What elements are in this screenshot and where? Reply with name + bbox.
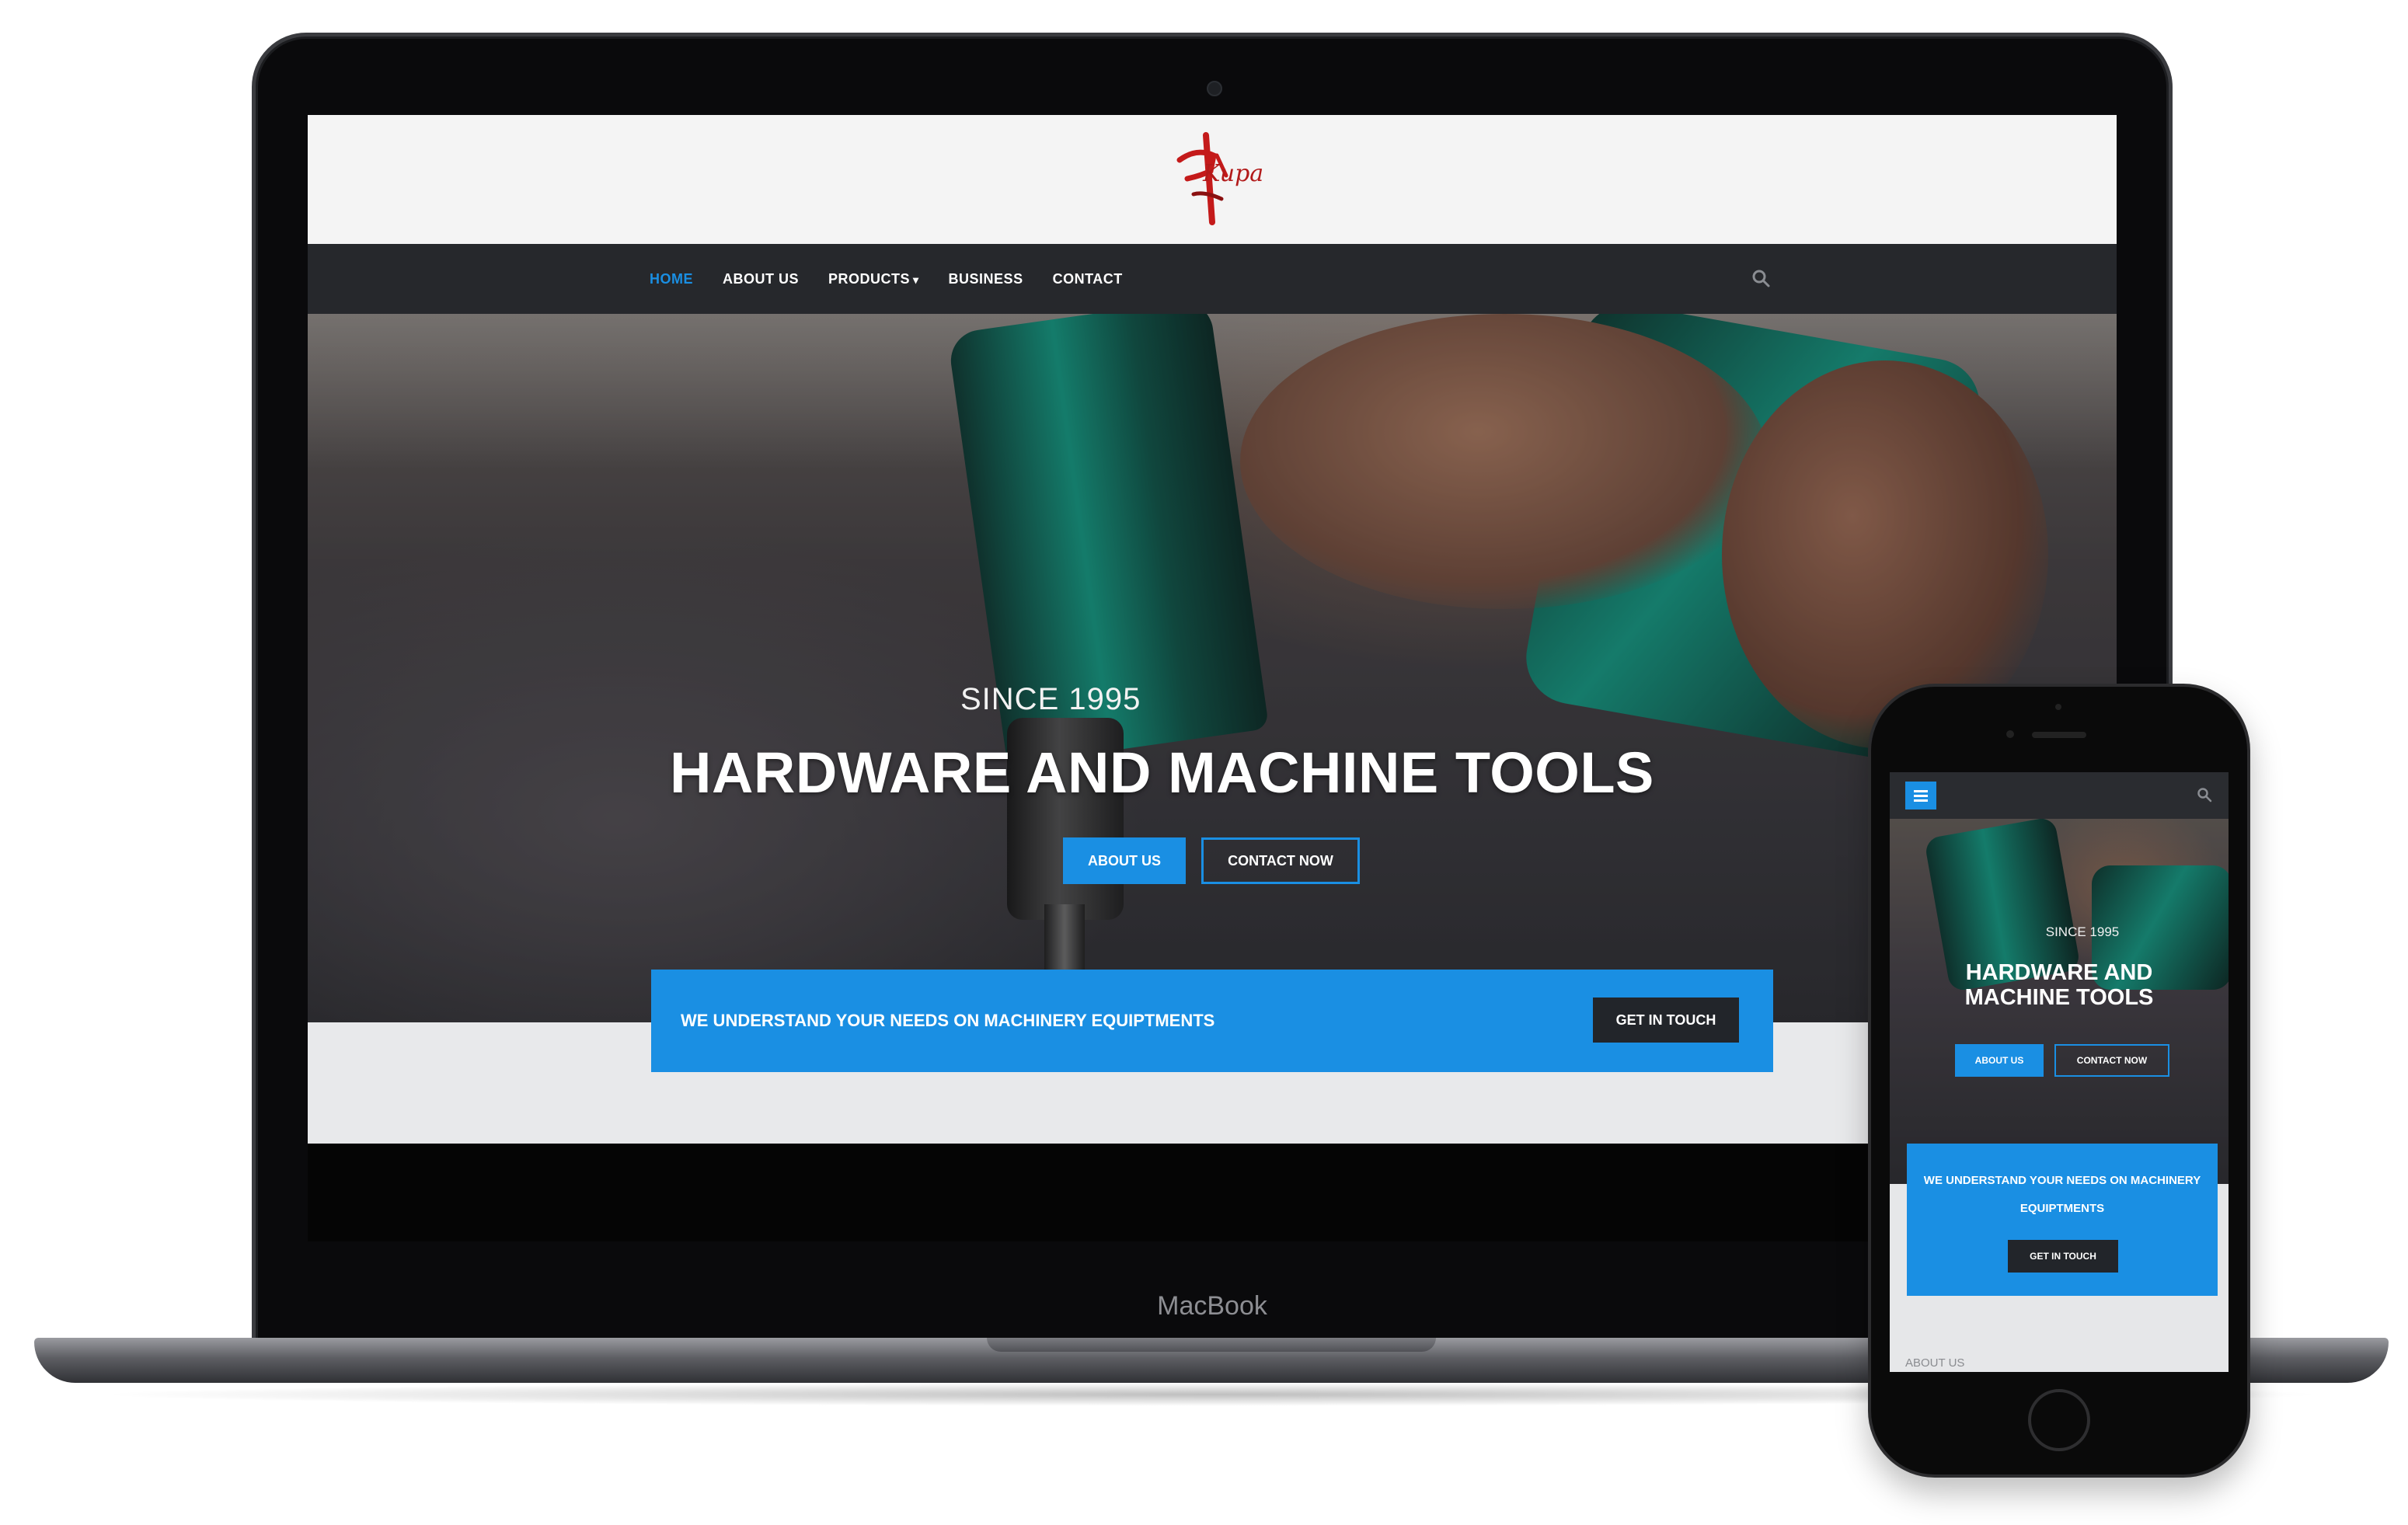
main-navigation: HOME ABOUT US PRODUCTS ▾ BUSINESS CONTACT [308,244,2117,314]
get-in-touch-button[interactable]: GET IN TOUCH [1593,998,1739,1043]
mobile-about-us-button[interactable]: ABOUT US [1955,1044,2044,1077]
phone-sensor-icon [2055,704,2061,710]
hamburger-menu-icon[interactable] [1905,782,1936,810]
contact-now-button[interactable]: CONTACT NOW [1201,837,1360,884]
camera-icon [1207,81,1222,96]
site-header: Kupa [308,115,2117,244]
nav-item-contact[interactable]: CONTACT [1053,271,1123,287]
home-button[interactable] [2028,1389,2090,1451]
phone-speaker [2032,732,2086,738]
mobile-cta-banner: WE UNDERSTAND YOUR NEEDS ON MACHINERY EQ… [1907,1144,2218,1296]
nav-item-home[interactable]: HOME [650,271,693,287]
cta-text: WE UNDERSTAND YOUR NEEDS ON MACHINERY EQ… [681,1011,1215,1030]
nav-item-products-label: PRODUCTS [828,270,911,287]
hero-kicker-text: SINCE 1995 [960,682,1141,716]
mobile-contact-now-button[interactable]: CONTACT NOW [2054,1044,2169,1077]
mobile-get-in-touch-button[interactable]: GET IN TOUCH [2008,1240,2118,1273]
mobile-cta-text: WE UNDERSTAND YOUR NEEDS ON MACHINERY EQ… [1923,1174,2201,1215]
logo-wordmark: Kupa [1203,160,1264,187]
laptop-screen: Kupa HOME ABOUT US PRODUCTS ▾ BUSINESS CO… [308,115,2117,1241]
mobile-section-heading: ABOUT US [1905,1356,1965,1370]
nav-item-about-us[interactable]: ABOUT US [723,271,799,287]
phone-screen: SINCE 1995 HARDWARE AND MACHINE TOOLS AB… [1890,772,2229,1372]
laptop-opening-notch [987,1338,1436,1352]
mobile-navbar [1890,772,2229,819]
nav-menu: HOME ABOUT US PRODUCTS ▾ BUSINESS CONTACT [650,244,1123,314]
cta-banner: WE UNDERSTAND YOUR NEEDS ON MACHINERY EQ… [651,970,1773,1072]
website-desktop: Kupa HOME ABOUT US PRODUCTS ▾ BUSINESS CO… [308,115,2117,1241]
hero-section: SINCE 1995 HARDWARE AND MACHINE TOOLS AB… [308,314,2117,1022]
chevron-down-icon: ▾ [913,273,919,286]
nav-item-business[interactable]: BUSINESS [949,271,1023,287]
mobile-hero-title: HARDWARE AND MACHINE TOOLS [1964,960,2154,1010]
hero-kicker: SINCE 1995 [308,682,1225,717]
mobile-hero-kicker: SINCE 1995 [2045,924,2120,939]
search-icon[interactable] [2196,786,2213,803]
hero-title: HARDWARE AND MACHINE TOOLS [670,740,1654,805]
search-icon[interactable] [1750,267,1772,289]
mobile-hero: SINCE 1995 HARDWARE AND MACHINE TOOLS AB… [1890,819,2229,1184]
about-us-button[interactable]: ABOUT US [1063,837,1186,884]
front-camera-icon [2006,730,2014,738]
nav-item-products[interactable]: PRODUCTS ▾ [828,271,919,287]
page-bottom [308,1144,2117,1241]
laptop-brand-label: MacBook [1157,1291,1267,1321]
hero-overlay [308,314,2117,1022]
